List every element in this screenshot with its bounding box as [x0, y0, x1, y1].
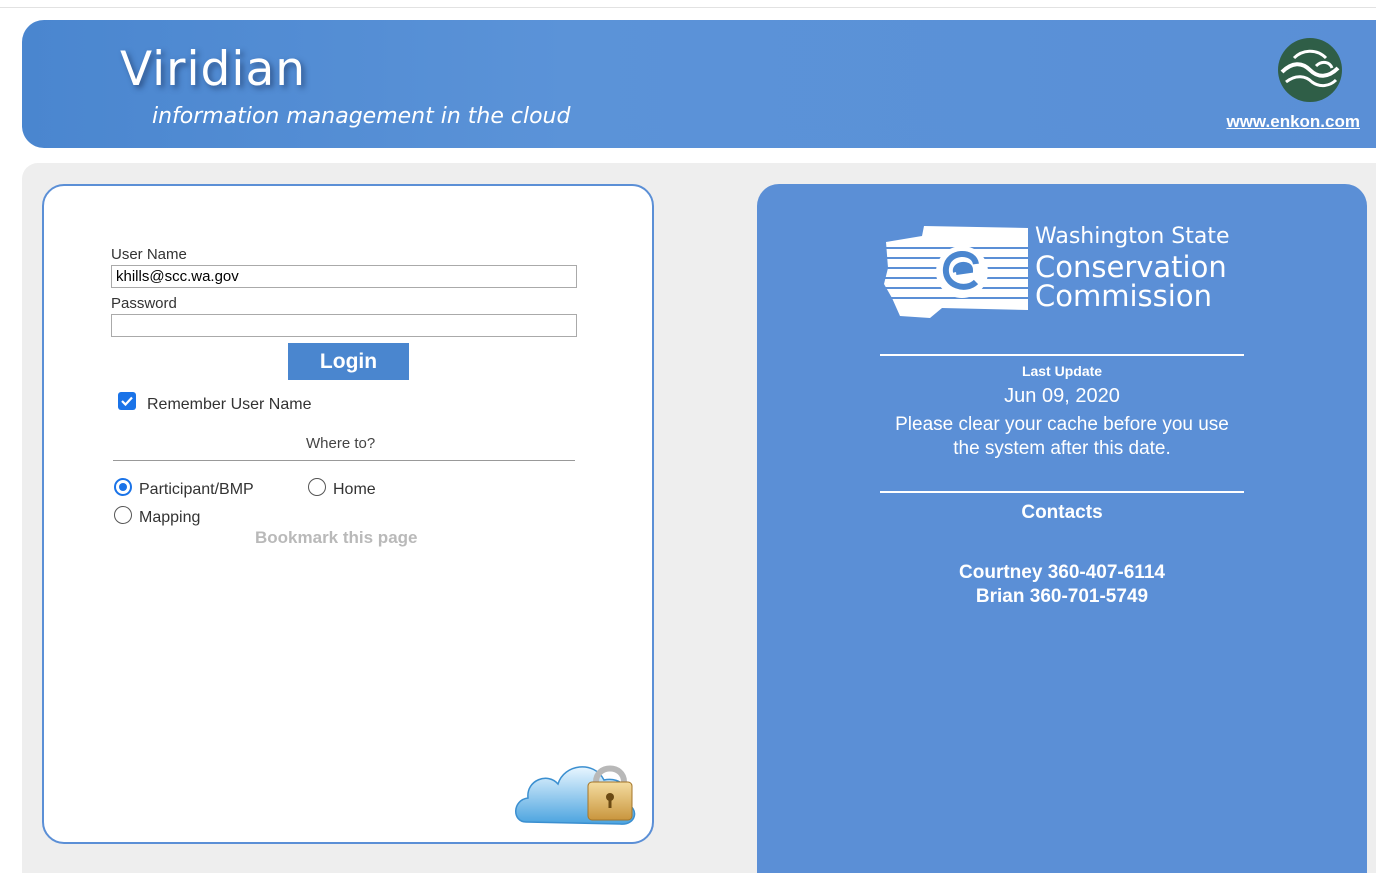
password-input[interactable] — [111, 314, 577, 337]
password-label: Password — [111, 295, 177, 312]
cloud-lock-icon — [515, 765, 636, 825]
where-to-divider — [113, 460, 575, 461]
last-update-label: Last Update — [1021, 363, 1103, 379]
radio-participant-bmp[interactable] — [114, 478, 132, 496]
login-panel: User Name Password Login Remember User N… — [42, 184, 654, 844]
contact-courtney: Courtney 360-407-6114 — [959, 562, 1165, 583]
radio-label-mapping: Mapping — [139, 509, 201, 526]
username-label: User Name — [111, 246, 187, 263]
radio-label-participant-bmp: Participant/BMP — [139, 481, 254, 498]
app-tagline: information management in the cloud — [152, 104, 571, 129]
checkbox-checked-icon — [121, 396, 133, 407]
remember-label: Remember User Name — [147, 396, 312, 413]
info-divider-top — [880, 354, 1244, 356]
remember-checkbox[interactable] — [118, 392, 136, 410]
org-name-line3: Commission — [1035, 279, 1212, 313]
header-banner: Viridian information management in the c… — [22, 20, 1376, 148]
username-input[interactable] — [111, 265, 577, 288]
top-divider — [0, 7, 1376, 8]
app-title: Viridian — [120, 42, 307, 97]
bookmark-link[interactable]: Bookmark this page — [255, 528, 418, 548]
radio-home[interactable] — [308, 478, 326, 496]
contacts-heading: Contacts — [1021, 502, 1103, 523]
info-divider-bottom — [880, 491, 1244, 493]
last-update-date: Jun 09, 2020 — [1004, 385, 1120, 407]
org-name-line1: Washington State — [1035, 224, 1230, 249]
radio-mapping[interactable] — [114, 506, 132, 524]
enkon-wave-icon — [1278, 38, 1342, 102]
cache-notice-line2: the system after this date. — [953, 438, 1171, 459]
wscc-state-icon — [884, 226, 1028, 318]
enkon-website-link[interactable]: www.enkon.com — [1226, 112, 1360, 132]
cache-notice-line1: Please clear your cache before you use — [895, 414, 1229, 435]
where-to-label: Where to? — [306, 435, 376, 452]
radio-label-home: Home — [333, 481, 376, 498]
contact-brian: Brian 360-701-5749 — [975, 586, 1149, 607]
login-button[interactable]: Login — [288, 343, 409, 380]
info-panel: Washington State Conservation Commission… — [757, 184, 1367, 873]
